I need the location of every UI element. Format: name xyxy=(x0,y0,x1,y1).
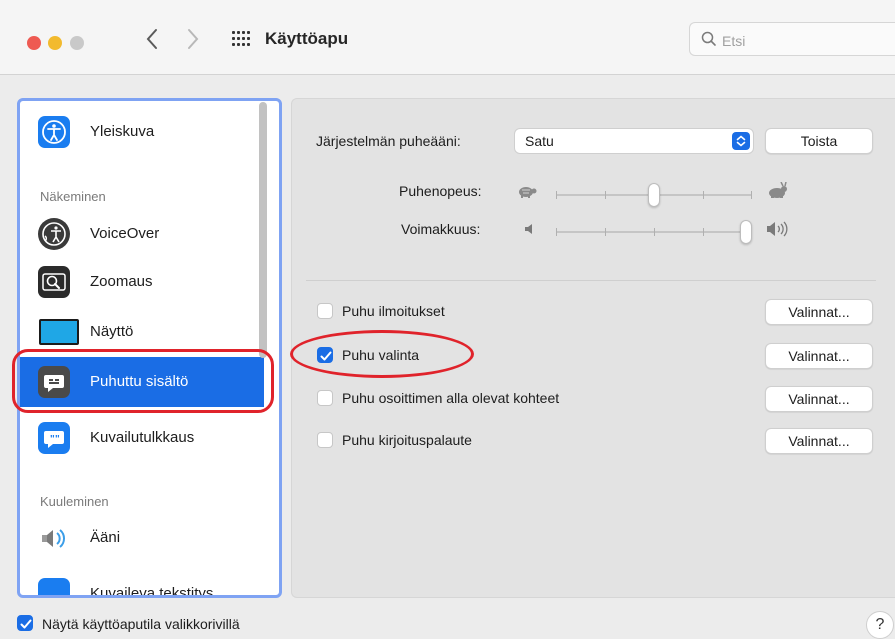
slider-tick xyxy=(654,228,655,236)
option-speak-typing-feedback[interactable] xyxy=(317,432,333,448)
volume-slider[interactable] xyxy=(556,219,752,245)
show-all-grid-icon[interactable] xyxy=(232,31,252,47)
checkbox-checked[interactable] xyxy=(17,615,33,631)
audio-description-icon: " " xyxy=(38,422,70,454)
sidebar: Yleiskuva Näkeminen VoiceOver Zoomaus Nä… xyxy=(17,98,282,598)
speaker-low-icon xyxy=(524,222,536,241)
slider-tick xyxy=(556,228,557,236)
turtle-icon xyxy=(516,184,538,205)
search-icon xyxy=(701,31,716,46)
sidebar-item-label: Kuvailutulkkaus xyxy=(90,429,195,446)
options-button-pointer[interactable]: Valinnat... xyxy=(765,386,873,412)
option-speak-announcements[interactable] xyxy=(317,303,333,319)
show-in-menu-bar-label: Näytä käyttöaputila valikkorivillä xyxy=(42,616,240,632)
sidebar-item-label: Kuvaileva tekstitys xyxy=(90,585,214,598)
back-button[interactable] xyxy=(145,28,159,57)
accessibility-icon xyxy=(38,116,70,148)
updown-chevron-icon xyxy=(732,132,750,150)
display-icon xyxy=(39,319,79,345)
slider-tick xyxy=(605,228,606,236)
sidebar-item-label: Zoomaus xyxy=(90,273,153,290)
system-voice-label: Järjestelmän puheääni: xyxy=(316,133,461,149)
show-in-menu-bar-checkbox[interactable] xyxy=(17,615,33,631)
options-button-typing[interactable]: Valinnat... xyxy=(765,428,873,454)
option-label: Puhu ilmoitukset xyxy=(342,303,445,319)
speaking-rate-label: Puhenopeus: xyxy=(399,183,482,199)
forward-button[interactable] xyxy=(186,28,200,57)
zoom-icon xyxy=(38,266,70,298)
options-button-selection[interactable]: Valinnat... xyxy=(765,343,873,369)
slider-tick xyxy=(703,191,704,199)
annotation-highlight-sidebar xyxy=(12,349,274,413)
option-label: Puhu osoittimen alla olevat kohteet xyxy=(342,390,560,406)
slider-tick xyxy=(556,191,557,199)
checkmark-icon xyxy=(20,619,32,629)
checkbox[interactable] xyxy=(317,303,333,319)
rabbit-icon xyxy=(766,181,790,205)
play-button[interactable]: Toista xyxy=(765,128,873,154)
zoom-window-button[interactable] xyxy=(70,36,84,50)
slider-knob[interactable] xyxy=(740,220,752,244)
chevron-left-icon xyxy=(146,29,157,49)
chevron-right-icon xyxy=(188,29,199,49)
sidebar-item-audio[interactable]: Ääni xyxy=(20,515,264,561)
search-field[interactable] xyxy=(689,22,895,56)
speaking-rate-slider[interactable] xyxy=(556,182,752,208)
annotation-oval-speak-selection xyxy=(290,330,474,378)
sidebar-item-label: Näyttö xyxy=(90,323,134,340)
window-title: Käyttöapu xyxy=(265,29,349,48)
sidebar-item-captions[interactable]: Kuvaileva tekstitys xyxy=(20,571,264,598)
section-header-vision: Näkeminen xyxy=(40,189,106,204)
checkbox[interactable] xyxy=(317,432,333,448)
minimize-window-button[interactable] xyxy=(48,36,62,50)
voiceover-icon xyxy=(38,218,70,250)
system-voice-select[interactable]: Satu xyxy=(514,128,754,154)
sidebar-item-zoom[interactable]: Zoomaus xyxy=(20,259,264,305)
captions-icon xyxy=(38,578,70,595)
sidebar-item-label: Ääni xyxy=(90,529,121,546)
close-window-button[interactable] xyxy=(27,36,41,50)
sidebar-scrollbar[interactable] xyxy=(259,102,267,358)
slider-tick xyxy=(703,228,704,236)
slider-tick xyxy=(605,191,606,199)
sidebar-item-label: Yleiskuva xyxy=(90,123,155,140)
slider-tick xyxy=(751,191,752,199)
option-speak-items-under-pointer[interactable] xyxy=(317,390,333,406)
sidebar-item-label: VoiceOver xyxy=(90,225,160,242)
checkbox[interactable] xyxy=(317,390,333,406)
help-button[interactable]: ? xyxy=(866,611,894,639)
search-input[interactable] xyxy=(720,29,884,53)
svg-text:": " xyxy=(55,434,60,445)
divider xyxy=(306,280,876,281)
options-button-announcements[interactable]: Valinnat... xyxy=(765,299,873,325)
sidebar-item-overview[interactable]: Yleiskuva xyxy=(20,109,264,155)
volume-label: Voimakkuus: xyxy=(401,221,481,237)
sidebar-item-voiceover[interactable]: VoiceOver xyxy=(20,211,264,257)
speaker-icon xyxy=(38,522,70,554)
section-header-hearing: Kuuleminen xyxy=(40,494,109,509)
option-label: Puhu kirjoituspalaute xyxy=(342,432,472,448)
system-voice-value: Satu xyxy=(525,133,554,149)
sidebar-item-audio-descriptions[interactable]: " " Kuvailutulkkaus xyxy=(20,415,264,461)
speaker-high-icon xyxy=(766,221,790,242)
slider-knob[interactable] xyxy=(648,183,660,207)
